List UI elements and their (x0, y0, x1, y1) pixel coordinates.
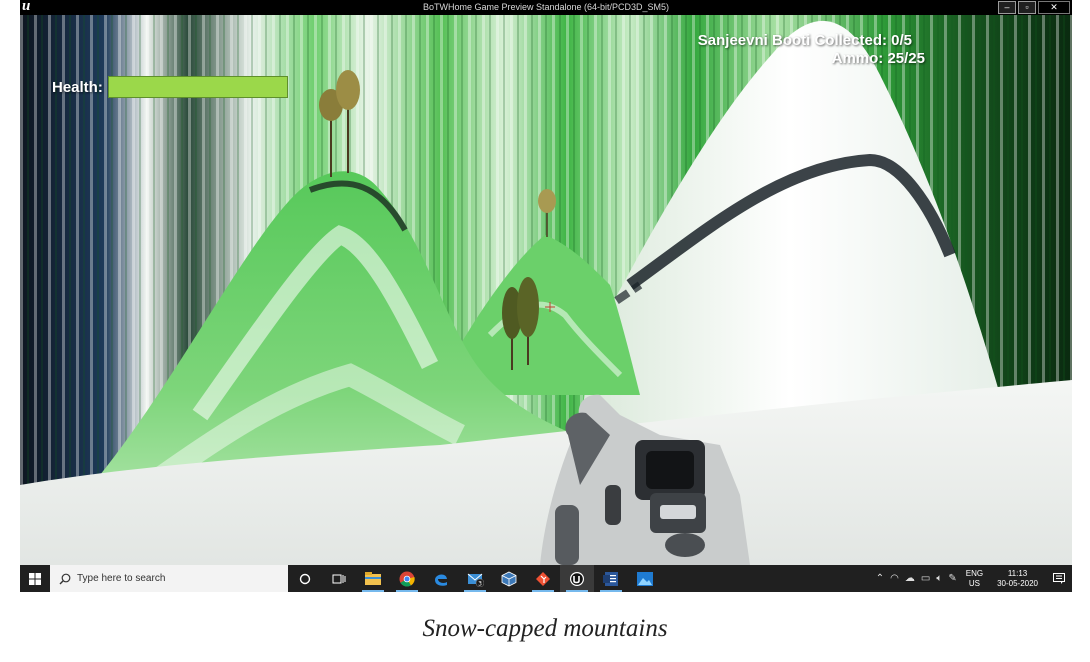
health-bar (107, 76, 288, 98)
language-indicator[interactable]: ENG US (960, 569, 989, 589)
maximize-button[interactable]: ▫ (1018, 1, 1036, 14)
cortana-button[interactable] (288, 565, 322, 592)
word-icon (603, 571, 618, 586)
chrome-button[interactable] (390, 565, 424, 592)
ammo-counter: Ammo: 25/25 (831, 50, 925, 67)
figure-caption: Snow-capped mountains (422, 615, 668, 642)
taskbar-search-box[interactable]: Type here to search (50, 565, 288, 592)
volume-icon[interactable]: 🔈︎ (933, 573, 945, 584)
windows-taskbar: Type here to search 3 ⌃ ◠ ☁ ▭ 🔈︎ ✎ ENG U… (20, 565, 1072, 592)
game-window: u BoTWHome Game Preview Standalone (64-b… (20, 0, 1072, 592)
clock[interactable]: 11:13 30-05-2020 (989, 569, 1046, 589)
edge-icon (435, 574, 447, 586)
network-status-icon[interactable]: ◠ (887, 573, 902, 584)
photos-button[interactable] (628, 565, 662, 592)
word-button[interactable] (594, 565, 628, 592)
file-explorer-icon (365, 572, 381, 585)
virtualbox-button[interactable] (492, 565, 526, 592)
unreal-button[interactable] (560, 565, 594, 592)
chrome-icon (399, 571, 415, 587)
chevron-up-icon[interactable]: ⌃ (873, 573, 887, 584)
onedrive-icon[interactable]: ☁ (902, 573, 918, 584)
notification-icon (1053, 573, 1065, 584)
battery-icon[interactable]: ▭ (918, 573, 933, 584)
outlook-button[interactable]: 3 (458, 565, 492, 592)
language-code: ENG (965, 568, 984, 578)
close-button[interactable]: ✕ (1038, 1, 1070, 14)
edge-button[interactable] (424, 565, 458, 592)
task-view-button[interactable] (322, 565, 356, 592)
git-icon (536, 571, 550, 586)
collected-counter: Sanjeevni Booti Collected: 0/5 (697, 32, 912, 49)
cortana-icon (299, 573, 311, 584)
pen-icon[interactable]: ✎ (945, 573, 959, 584)
unreal-icon (570, 571, 584, 586)
language-region: US (968, 578, 980, 588)
start-button[interactable] (20, 565, 50, 592)
health-hud: Health: (52, 76, 288, 98)
health-label: Health: (52, 78, 103, 96)
file-explorer-button[interactable] (356, 565, 390, 592)
photos-icon (637, 571, 653, 586)
clock-time: 11:13 (1007, 568, 1028, 578)
git-button[interactable] (526, 565, 560, 592)
window-controls: – ▫ ✕ (998, 1, 1070, 14)
task-view-icon (332, 574, 346, 583)
windows-logo-icon (29, 572, 41, 585)
minimize-button[interactable]: – (998, 1, 1016, 14)
clock-date: 30-05-2020 (997, 578, 1038, 588)
health-bar-fill (108, 77, 287, 97)
window-title: BoTWHome Game Preview Standalone (64-bit… (422, 2, 670, 12)
notification-center-button[interactable] (1046, 573, 1072, 584)
outlook-badge: 3 (478, 580, 482, 587)
search-placeholder: Type here to search (77, 573, 166, 584)
system-tray: ⌃ ◠ ☁ ▭ 🔈︎ ✎ ENG US 11:13 30-05-2020 (873, 565, 1072, 592)
virtualbox-icon (501, 571, 517, 586)
search-icon (59, 573, 71, 584)
outlook-icon: 3 (467, 573, 484, 587)
title-bar: u BoTWHome Game Preview Standalone (64-b… (20, 0, 1072, 15)
